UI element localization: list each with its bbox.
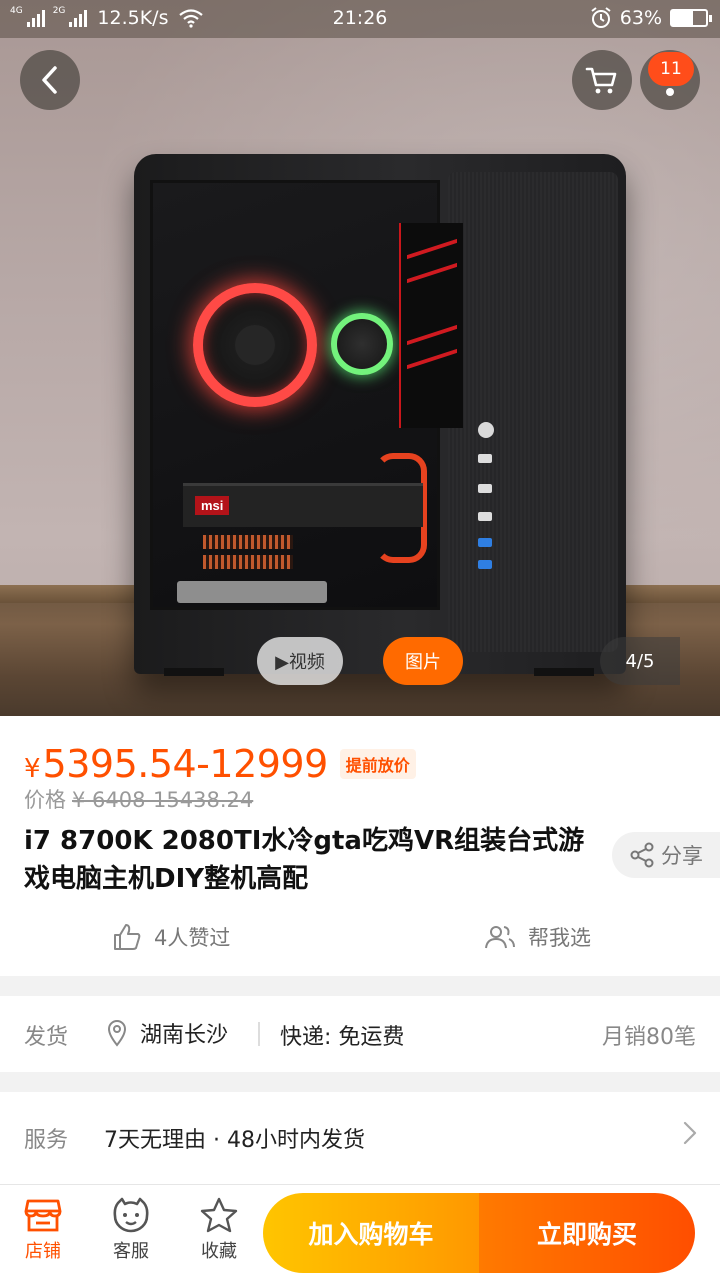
likes-button[interactable]: 4人赞过 bbox=[112, 922, 230, 952]
favorite-button[interactable]: 收藏 bbox=[179, 1197, 259, 1263]
share-button[interactable]: 分享 bbox=[612, 832, 720, 878]
chevron-right-icon bbox=[683, 1121, 697, 1145]
more-dot-icon bbox=[666, 88, 674, 96]
add-to-cart-button[interactable]: 加入购物车 bbox=[263, 1193, 479, 1273]
service-label: 服务 bbox=[24, 1128, 69, 1153]
sale-price: 5395.54-12999 bbox=[42, 742, 329, 786]
customer-service-label: 客服 bbox=[113, 1241, 149, 1262]
case-foot bbox=[534, 668, 594, 676]
share-icon bbox=[630, 842, 654, 868]
monthly-sales: 月销80笔 bbox=[602, 1025, 696, 1050]
back-button[interactable] bbox=[20, 50, 80, 110]
gpu-brand-logo: msi bbox=[195, 496, 230, 515]
shipping-location: 湖南长沙 bbox=[106, 1017, 228, 1049]
thumbs-up-icon bbox=[114, 924, 141, 950]
service-text: 7天无理由 · 48小时内发货 bbox=[104, 1128, 365, 1153]
pc-glass-window: msi bbox=[150, 180, 463, 610]
divider bbox=[258, 1022, 260, 1046]
tab-photo[interactable]: 图片 bbox=[383, 637, 463, 685]
usb3-port bbox=[478, 538, 492, 547]
rgb-fan bbox=[193, 283, 317, 407]
usb-port bbox=[478, 512, 492, 521]
product-photo-pc-case: msi bbox=[134, 154, 626, 676]
price-promo-tag: 提前放价 bbox=[339, 749, 416, 779]
usb-port bbox=[478, 454, 492, 463]
shipping-label: 发货 bbox=[24, 1025, 69, 1050]
cart-button[interactable] bbox=[572, 50, 632, 110]
graphics-card: msi bbox=[183, 483, 423, 527]
store-icon bbox=[24, 1199, 62, 1232]
people-icon bbox=[485, 926, 515, 949]
product-image-gallery[interactable]: msi 11 ▶视频 图片 4/5 bbox=[0, 0, 720, 716]
rgb-pump bbox=[331, 313, 393, 375]
price-row: ¥ 5395.54-12999 提前放价 bbox=[24, 742, 416, 786]
share-label: 分享 bbox=[661, 844, 703, 868]
tab-video[interactable]: ▶视频 bbox=[257, 637, 343, 685]
star-icon bbox=[200, 1197, 238, 1233]
case-foot bbox=[164, 668, 224, 676]
store-button[interactable]: 店铺 bbox=[3, 1197, 83, 1263]
pci-slot bbox=[203, 555, 293, 569]
chevron-left-icon bbox=[42, 66, 57, 94]
shipping-location-text: 湖南长沙 bbox=[140, 1023, 229, 1048]
pci-slot bbox=[203, 535, 293, 549]
usb-port bbox=[478, 484, 492, 493]
power-button bbox=[478, 422, 494, 438]
hard-drive bbox=[177, 581, 327, 603]
cart-count-badge: 11 bbox=[648, 52, 694, 86]
pc-front-panel bbox=[448, 172, 618, 652]
motherboard-cover bbox=[399, 223, 463, 428]
store-label: 店铺 bbox=[25, 1241, 61, 1262]
service-row[interactable]: 服务 7天无理由 · 48小时内发货 bbox=[0, 1092, 720, 1184]
battery-icon bbox=[670, 9, 712, 27]
location-pin-icon bbox=[107, 1020, 127, 1047]
original-price-label: 价格 bbox=[24, 788, 66, 812]
customer-service-button[interactable]: 客服 bbox=[91, 1197, 171, 1263]
shipping-express: 快递: 免运费 bbox=[280, 1025, 405, 1050]
likes-label: 4人赞过 bbox=[154, 926, 231, 950]
buy-now-button[interactable]: 立即购买 bbox=[479, 1193, 695, 1273]
shopping-cart-icon bbox=[585, 67, 617, 94]
image-counter: 4/5 bbox=[600, 637, 680, 685]
help-choose-button[interactable]: 帮我选 bbox=[484, 922, 591, 952]
product-title: i7 8700K 2080TI水冷gta吃鸡VR组装台式游戏电脑主机DIY整机高… bbox=[24, 826, 585, 894]
bottom-action-bar: 店铺 客服 收藏 加入购物车 立即购买 bbox=[0, 1184, 720, 1280]
currency-symbol: ¥ bbox=[24, 754, 41, 784]
usb3-port bbox=[478, 560, 492, 569]
help-choose-label: 帮我选 bbox=[528, 926, 591, 950]
shipping-row: 发货 湖南长沙 快递: 免运费 月销80笔 bbox=[0, 996, 720, 1072]
product-info-card: ¥ 5395.54-12999 提前放价 价格 ¥ 6408-15438.24 i… bbox=[0, 716, 720, 976]
alarm-icon bbox=[591, 7, 611, 28]
original-price-row: 价格 ¥ 6408-15438.24 bbox=[24, 784, 253, 814]
battery-percent: 63% bbox=[619, 7, 662, 29]
original-price: ¥ 6408-15438.24 bbox=[72, 788, 254, 812]
favorite-label: 收藏 bbox=[201, 1241, 237, 1262]
system-status-bar: 4G 2G 12.5K/s 21:26 63% bbox=[0, 0, 720, 38]
customer-service-icon bbox=[113, 1197, 149, 1233]
